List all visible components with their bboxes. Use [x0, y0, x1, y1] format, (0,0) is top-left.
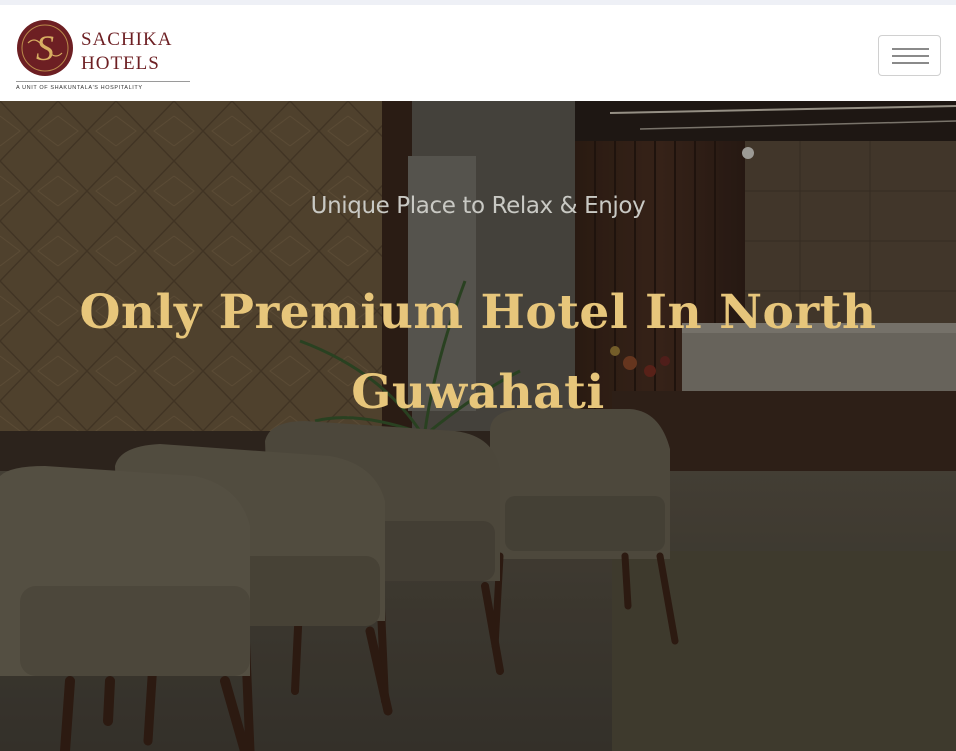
brand-tagline: A UNIT OF SHAKUNTALA'S HOSPITALITY [16, 85, 143, 91]
brand-name-line-1: SACHIKA [81, 29, 173, 50]
brand-divider [16, 81, 190, 82]
hero-banner: Unique Place to Relax & Enjoy Only Premi… [0, 101, 956, 751]
svg-text:S: S [36, 28, 54, 68]
hero-title: Only Premium Hotel In North Guwahati [79, 285, 877, 420]
site-header: S SACHIKA HOTELS A UNIT OF SHAKUNTALA'S … [0, 5, 956, 101]
brand-emblem-icon: S [17, 20, 73, 76]
hero-eyebrow-text: Unique Place to Relax & Enjoy [310, 193, 646, 219]
menu-toggle-button[interactable] [878, 35, 941, 76]
brand-logo[interactable]: S SACHIKA HOTELS A UNIT OF SHAKUNTALA'S … [14, 17, 194, 95]
brand-name-line-2: HOTELS [81, 53, 160, 74]
